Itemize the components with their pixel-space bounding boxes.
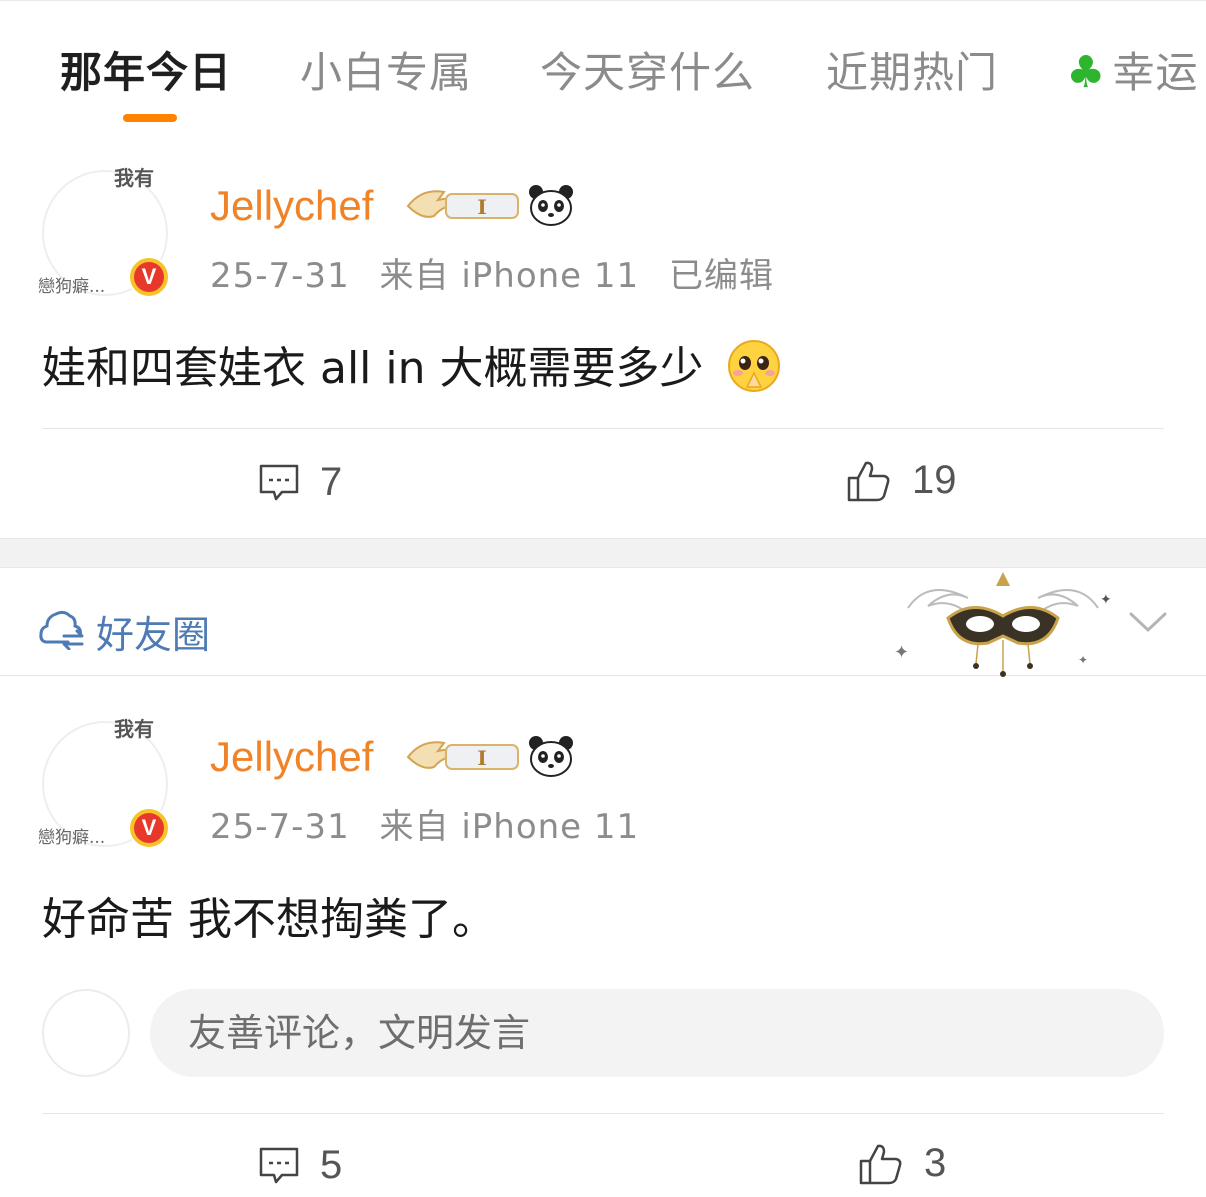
- friend-circle-label: 好友圈: [96, 613, 211, 657]
- like-button[interactable]: 19: [846, 458, 957, 503]
- thumbs-up-icon: [847, 461, 890, 501]
- post-content[interactable]: 好命苦 我不想掏粪了。: [42, 883, 496, 947]
- comment-count: 5: [320, 1143, 343, 1187]
- comment-icon: [259, 464, 299, 500]
- post-source: 来自 iPhone 11: [379, 807, 640, 847]
- post-text: 好命苦 我不想掏粪了。: [42, 894, 496, 945]
- tab-what-to-wear[interactable]: 今天穿什么: [540, 39, 755, 100]
- divider: [42, 1113, 1164, 1114]
- like-button[interactable]: 3: [858, 1141, 946, 1186]
- weibo-feed: 那年今日 小白专属 今天穿什么 近期热门 ♣ 幸运 我有 戀狗癖... V Jel…: [0, 0, 1206, 1197]
- post-content[interactable]: 娃和四套娃衣 all in 大概需要多少: [42, 332, 781, 396]
- pleading-face-icon: [728, 340, 781, 392]
- panda-icon: [529, 736, 573, 777]
- username[interactable]: Jellychef: [210, 182, 373, 230]
- svg-text:I: I: [477, 195, 486, 219]
- comment-button[interactable]: 7: [258, 460, 342, 505]
- comment-input[interactable]: 友善评论，文明发言: [150, 989, 1164, 1077]
- member-wing-badge-icon: I: [406, 741, 519, 770]
- four-leaf-clover-icon: ♣: [1066, 47, 1107, 98]
- like-count: 19: [912, 458, 957, 502]
- tab-lucky-label: 幸运: [1112, 48, 1199, 97]
- verified-badge-icon: V: [128, 256, 170, 298]
- comment-icon: [259, 1147, 299, 1183]
- my-avatar[interactable]: [42, 989, 130, 1077]
- avatar-text-bottom: 戀狗癖...: [38, 828, 106, 848]
- svg-text:✦: ✦: [1078, 653, 1088, 667]
- masquerade-mask-icon: ✦ ✦ ✦: [894, 572, 1112, 677]
- friend-circle-bar[interactable]: 好友圈 ✦ ✦ ✦: [0, 568, 1206, 677]
- tab-lucky[interactable]: ♣ 幸运: [1066, 39, 1198, 100]
- post-meta: 25-7-31 来自 iPhone 11: [210, 799, 657, 848]
- tab-bar: 那年今日 小白专属 今天穿什么 近期热门 ♣ 幸运: [0, 0, 1206, 130]
- comment-count: 7: [320, 460, 343, 504]
- avatar-text-bottom: 戀狗癖...: [38, 277, 106, 297]
- svg-text:✦: ✦: [894, 642, 909, 663]
- username[interactable]: Jellychef: [210, 733, 373, 781]
- member-wing-badge-icon: I: [406, 190, 519, 219]
- post-date: 25-7-31: [210, 807, 350, 847]
- post-edited[interactable]: 已编辑: [669, 256, 774, 296]
- svg-text:I: I: [477, 746, 486, 770]
- section-gap: [0, 538, 1206, 568]
- panda-icon: [529, 185, 573, 226]
- chevron-down-icon[interactable]: [1128, 608, 1168, 638]
- active-tab-indicator: [123, 114, 177, 122]
- tab-that-year-today[interactable]: 那年今日: [60, 39, 232, 100]
- post-date: 25-7-31: [210, 256, 350, 296]
- tab-xiaobai-exclusive[interactable]: 小白专属: [300, 39, 472, 100]
- thumbs-up-icon: [859, 1144, 902, 1184]
- friend-circle-icon: [39, 610, 84, 650]
- post-source: 来自 iPhone 11: [379, 256, 640, 296]
- post-card[interactable]: 我有 戀狗癖... V Jellychef I 25-7-31 来自 iPhon…: [0, 130, 1206, 538]
- verified-badge-icon: V: [128, 807, 170, 849]
- svg-text:✦: ✦: [1100, 592, 1112, 608]
- post-card[interactable]: 我有 戀狗癖... V Jellychef I 25-7-31 来自 iPhon…: [0, 677, 1206, 1197]
- comment-button[interactable]: 5: [258, 1143, 342, 1188]
- tab-recent-hot[interactable]: 近期热门: [826, 39, 998, 100]
- post-meta: 25-7-31 来自 iPhone 11 已编辑: [210, 248, 792, 297]
- divider: [42, 428, 1164, 429]
- avatar-text-top: 我有: [114, 717, 154, 741]
- like-count: 3: [924, 1141, 947, 1185]
- post-text: 娃和四套娃衣 all in 大概需要多少: [42, 343, 704, 394]
- avatar-text-top: 我有: [114, 166, 154, 190]
